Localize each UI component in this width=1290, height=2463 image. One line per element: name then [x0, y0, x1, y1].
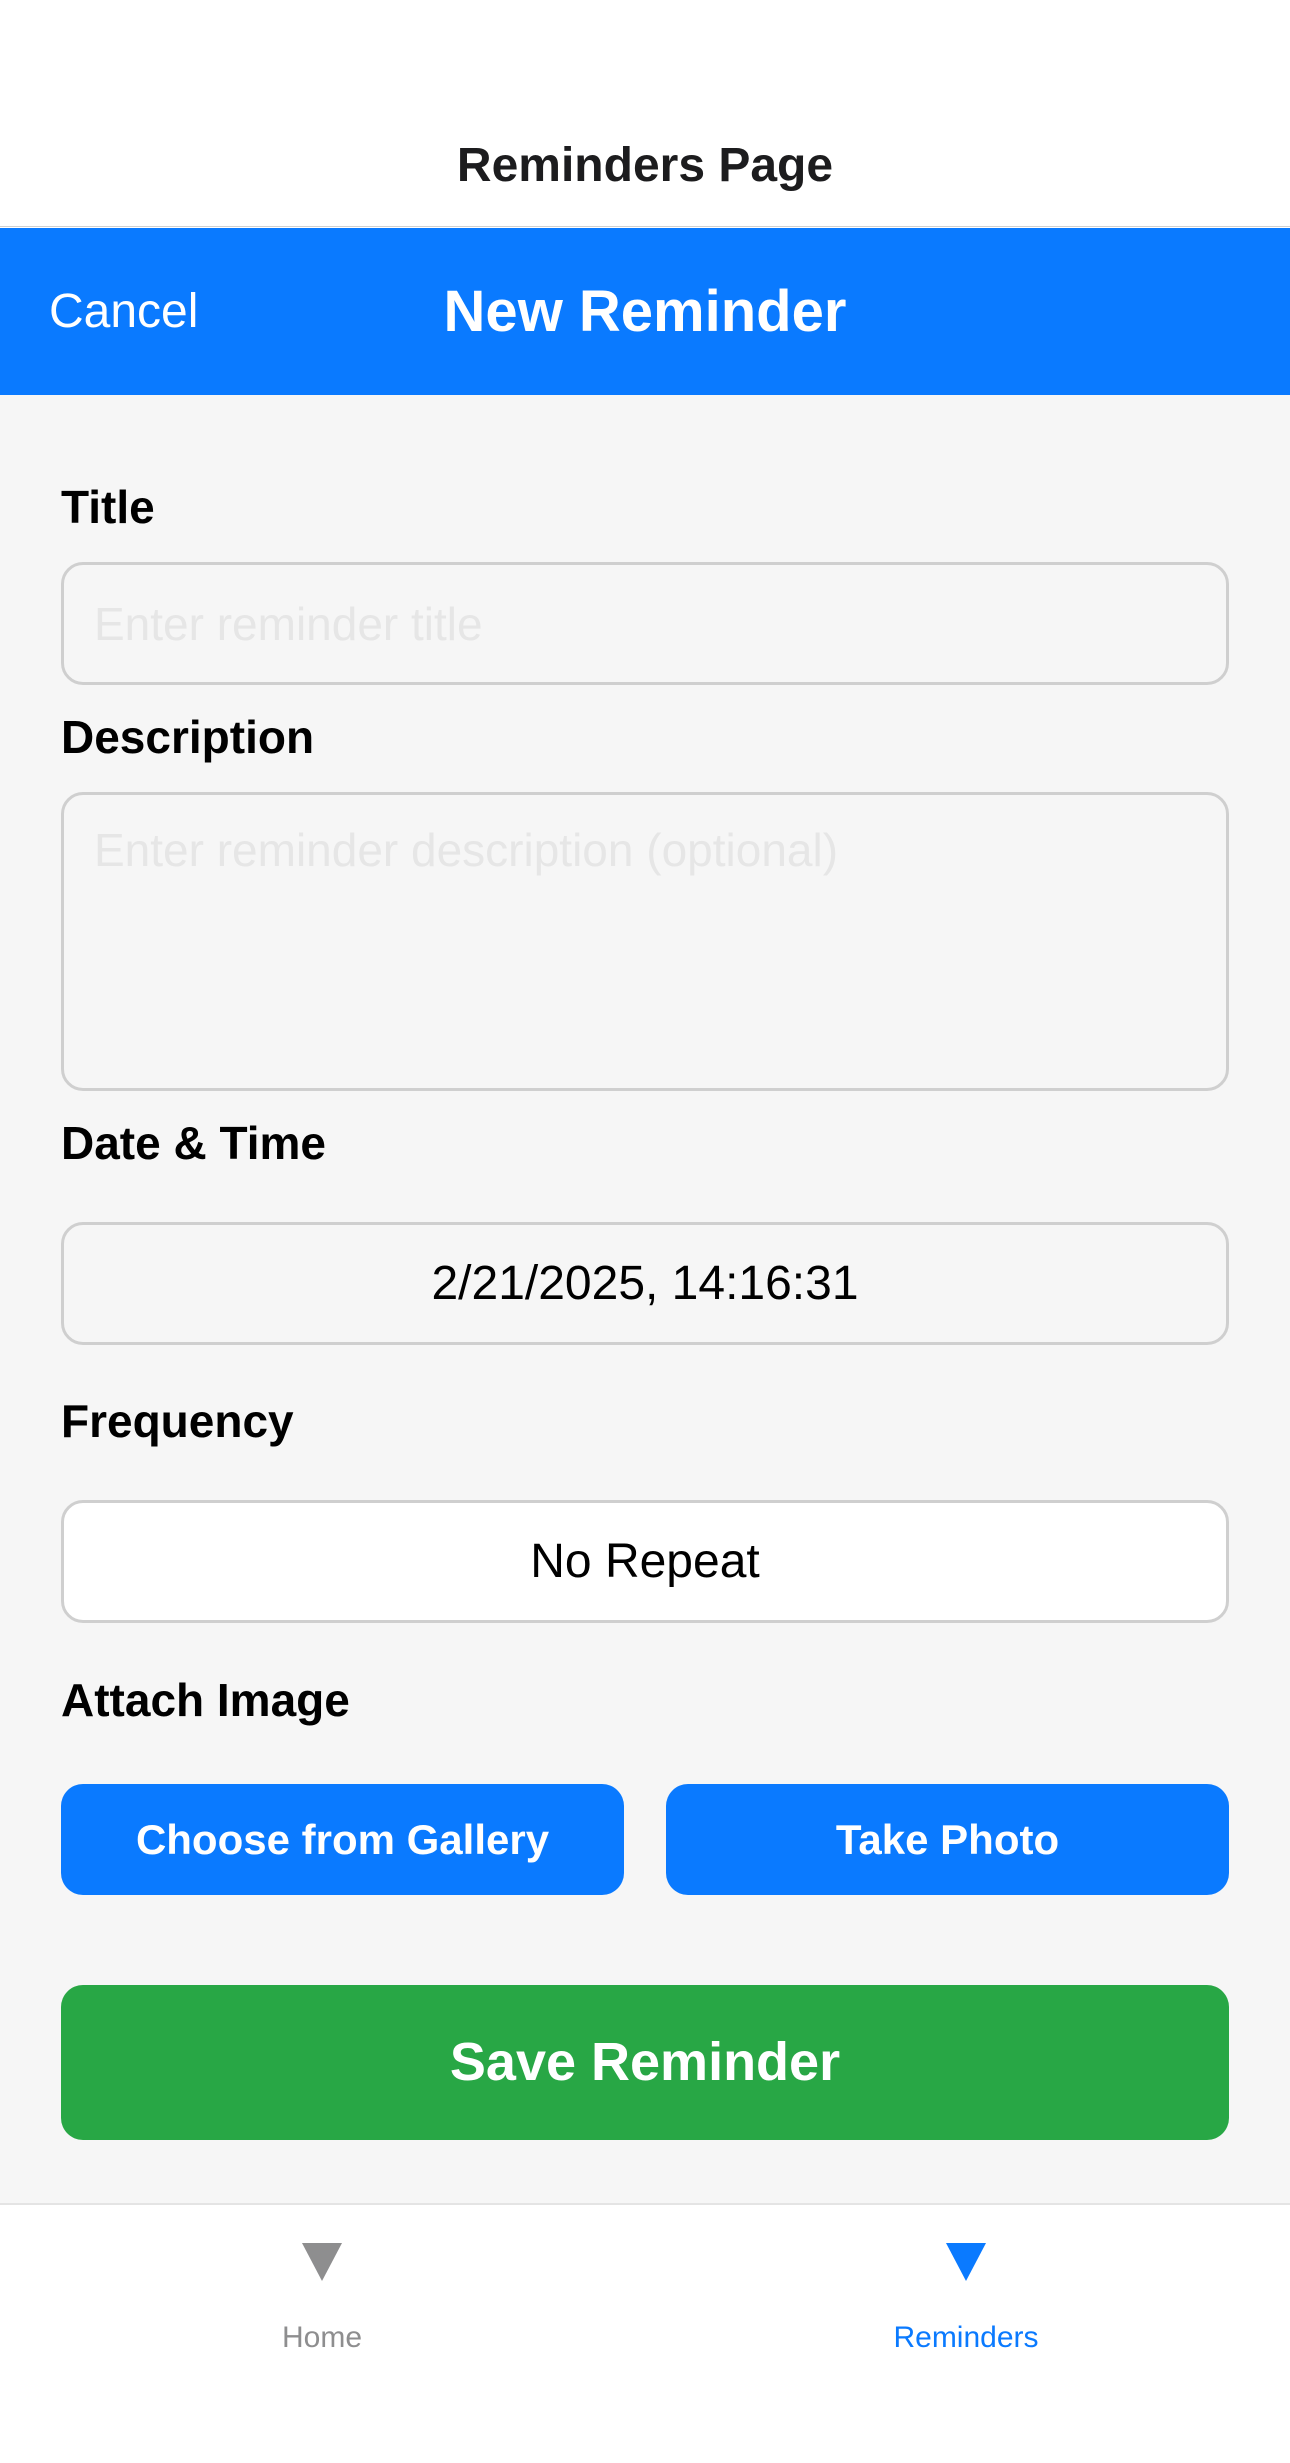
choose-from-gallery-button[interactable]: Choose from Gallery [61, 1784, 624, 1895]
description-input[interactable] [61, 792, 1229, 1091]
attach-image-label: Attach Image [61, 1674, 350, 1726]
description-label: Description [61, 711, 315, 763]
modal-header-bar: Cancel New Reminder [0, 228, 1290, 395]
frequency-label: Frequency [61, 1395, 294, 1447]
take-photo-button[interactable]: Take Photo [666, 1784, 1229, 1895]
frequency-picker[interactable]: No Repeat [61, 1500, 1229, 1623]
page-title: Reminders Page [456, 139, 834, 192]
tab-home-label: Home [281, 2321, 363, 2354]
cancel-button[interactable]: Cancel [49, 280, 198, 344]
triangle-down-icon [946, 2243, 986, 2281]
save-reminder-button[interactable]: Save Reminder [61, 1985, 1229, 2140]
tab-reminders[interactable]: Reminders [766, 2235, 1166, 2365]
page-header: Reminders Page [0, 0, 1290, 227]
datetime-label: Date & Time [61, 1117, 327, 1169]
title-input[interactable] [61, 562, 1229, 685]
datetime-picker[interactable]: 2/21/2025, 14:16:31 [61, 1222, 1229, 1345]
tab-bar: Home Reminders [0, 2203, 1290, 2463]
reminder-form: Title Description Date & Time 2/21/2025,… [0, 395, 1290, 2203]
tab-home[interactable]: Home [122, 2235, 522, 2365]
title-label: Title [61, 481, 155, 533]
app-root: Reminders Page Cancel New Reminder Title… [0, 0, 1290, 2463]
tab-reminders-label: Reminders [893, 2321, 1039, 2354]
triangle-down-icon [302, 2243, 342, 2281]
